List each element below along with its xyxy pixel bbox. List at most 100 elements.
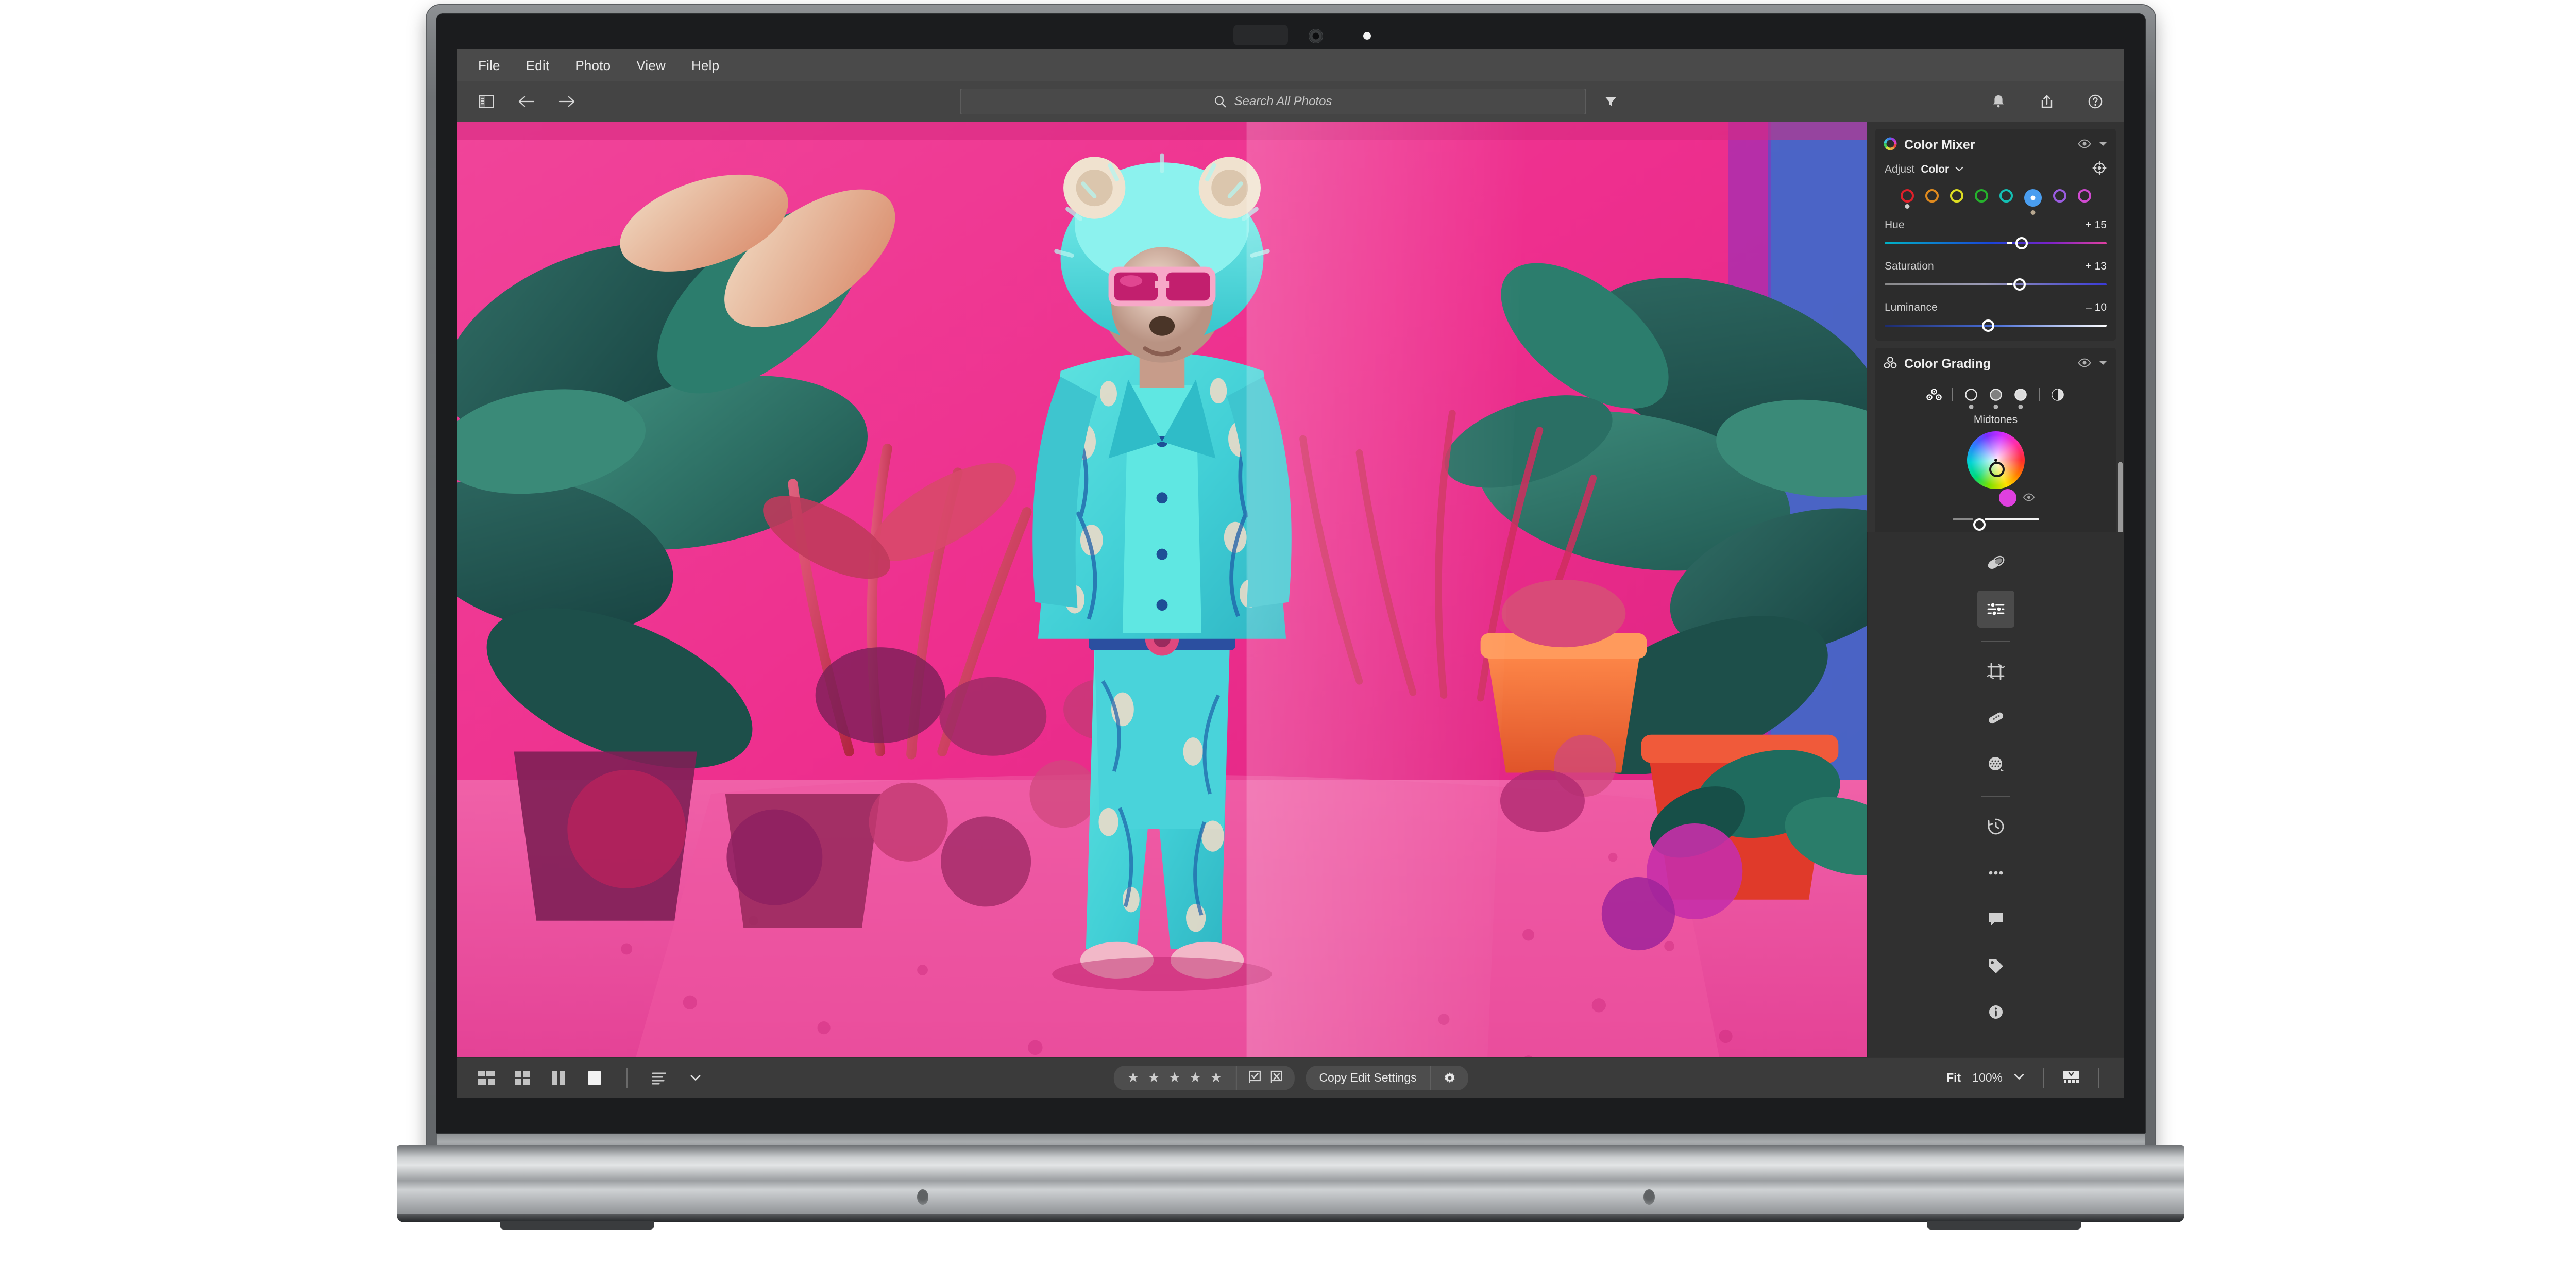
color-swatch-magenta[interactable] bbox=[2077, 189, 2091, 203]
color-swatch-orange[interactable] bbox=[1925, 189, 1939, 203]
arrow-right-icon[interactable] bbox=[555, 90, 578, 113]
rating-and-flags: ★ ★ ★ ★ ★ bbox=[1113, 1065, 1295, 1090]
star-3[interactable]: ★ bbox=[1168, 1071, 1181, 1085]
menu-help[interactable]: Help bbox=[689, 55, 721, 77]
bell-icon[interactable] bbox=[1987, 90, 2010, 113]
sort-chevron-down-icon[interactable] bbox=[684, 1067, 707, 1089]
flag-pick-icon[interactable] bbox=[1248, 1070, 1261, 1086]
slider-saturation[interactable]: Saturation + 13 bbox=[1875, 260, 2116, 291]
color-swatch-yellow[interactable] bbox=[1950, 189, 1963, 203]
zoom-value[interactable]: 100% bbox=[1972, 1071, 2003, 1085]
chevron-down-icon[interactable] bbox=[1955, 165, 1963, 174]
highlights-wheel-icon[interactable] bbox=[2012, 386, 2029, 409]
chevron-down-icon[interactable] bbox=[2098, 140, 2108, 149]
help-circle-icon[interactable] bbox=[2084, 90, 2107, 113]
midtones-color-wheel[interactable] bbox=[1967, 431, 2025, 489]
slider-label: Luminance bbox=[1885, 301, 1938, 313]
midtones-luminance-slider[interactable] bbox=[1875, 512, 2116, 531]
filter-funnel-icon[interactable] bbox=[1599, 90, 1622, 113]
crop-icon[interactable] bbox=[1977, 653, 2014, 690]
adjust-value[interactable]: Color bbox=[1921, 163, 1949, 176]
swatch-modified-dot bbox=[2030, 210, 2035, 215]
copy-edit-settings-button[interactable]: Copy Edit Settings bbox=[1306, 1071, 1430, 1085]
slider-luminance[interactable]: Luminance – 10 bbox=[1875, 301, 2116, 332]
compare-view-icon[interactable] bbox=[547, 1067, 570, 1089]
more-options-icon[interactable] bbox=[1977, 854, 2014, 891]
panel-scrollbar[interactable] bbox=[2118, 462, 2123, 532]
copy-edit-settings-group: Copy Edit Settings bbox=[1306, 1065, 1468, 1090]
color-swatch-purple[interactable] bbox=[2053, 189, 2066, 203]
slider-value: – 10 bbox=[2086, 301, 2107, 313]
midtones-swatch bbox=[1998, 489, 2016, 507]
color-grading-title: Color Grading bbox=[1904, 356, 1991, 371]
webcam-led-indicator bbox=[1363, 32, 1371, 40]
color-grading-mode-row[interactable] bbox=[1875, 380, 2116, 409]
panel-color-grading: Color Grading Midtones bbox=[1875, 348, 2116, 532]
color-swatch-green[interactable] bbox=[1974, 189, 1988, 203]
single-photo-icon[interactable] bbox=[583, 1067, 606, 1089]
shadows-wheel-icon[interactable] bbox=[1962, 386, 1980, 409]
slider-hue[interactable]: Hue + 15 bbox=[1875, 219, 2116, 250]
webcam-icon bbox=[1309, 29, 1323, 43]
screen-bezel: File Edit Photo View Help Search All Pho… bbox=[436, 13, 2146, 1134]
midtones-wheel-group[interactable] bbox=[1875, 431, 2116, 509]
star-1[interactable]: ★ bbox=[1127, 1071, 1139, 1085]
menu-bar: File Edit Photo View Help bbox=[457, 49, 2124, 81]
laptop-device: File Edit Photo View Help Search All Pho… bbox=[427, 5, 2155, 1154]
masonry-grid-icon[interactable] bbox=[475, 1067, 498, 1089]
square-grid-icon[interactable] bbox=[511, 1067, 534, 1089]
color-mixer-header[interactable]: Color Mixer bbox=[1875, 129, 2116, 161]
gear-icon[interactable] bbox=[1431, 1071, 1468, 1085]
midtones-wheel-icon[interactable] bbox=[1987, 386, 2005, 409]
photo-canvas[interactable] bbox=[457, 122, 1867, 1057]
zoom-chevron-down-icon[interactable] bbox=[2014, 1073, 2024, 1083]
base-lip bbox=[397, 1214, 2184, 1222]
photo-image bbox=[457, 122, 1867, 1057]
chevron-down-icon[interactable] bbox=[2098, 359, 2108, 368]
healing-icon[interactable] bbox=[1977, 699, 2014, 736]
color-swatch-blue[interactable] bbox=[2024, 189, 2042, 215]
star-4[interactable]: ★ bbox=[1189, 1071, 1201, 1085]
eye-icon[interactable] bbox=[2023, 493, 2035, 504]
color-mixer-sliders: Hue + 15 Saturation + 13 Luminance – 10 bbox=[1875, 219, 2116, 332]
sidebar-toggle-icon[interactable] bbox=[475, 90, 498, 113]
color-swatch-row[interactable] bbox=[1875, 178, 2116, 215]
menu-view[interactable]: View bbox=[634, 55, 668, 77]
panel-scroll-area[interactable]: Color Mixer Adjust Color Hue + 15 Satura… bbox=[1867, 122, 2124, 532]
edit-sliders-icon[interactable] bbox=[1977, 591, 2014, 628]
share-export-icon[interactable] bbox=[2036, 90, 2058, 113]
three-way-icon[interactable] bbox=[1925, 386, 1943, 403]
star-2[interactable]: ★ bbox=[1148, 1071, 1160, 1085]
application-window: File Edit Photo View Help Search All Pho… bbox=[457, 49, 2124, 1098]
zoom-fit-label[interactable]: Fit bbox=[1946, 1071, 1961, 1085]
color-swatch-aqua[interactable] bbox=[1999, 189, 2013, 203]
menu-photo[interactable]: Photo bbox=[573, 55, 613, 77]
keywords-tag-icon[interactable] bbox=[1977, 947, 2014, 984]
color-grading-header[interactable]: Color Grading bbox=[1875, 348, 2116, 380]
menu-file[interactable]: File bbox=[476, 55, 502, 77]
adjust-label: Adjust bbox=[1885, 163, 1915, 175]
color-mixer-title: Color Mixer bbox=[1904, 137, 1975, 152]
masking-icon[interactable] bbox=[1977, 746, 2014, 783]
star-5[interactable]: ★ bbox=[1210, 1071, 1222, 1085]
comments-icon[interactable] bbox=[1977, 901, 2014, 938]
slider-value: + 13 bbox=[2085, 260, 2107, 272]
flag-reject-icon[interactable] bbox=[1269, 1070, 1283, 1086]
filmstrip-toggle-icon[interactable] bbox=[2062, 1069, 2080, 1086]
color-swatch-red[interactable] bbox=[1900, 189, 1914, 209]
star-rating[interactable]: ★ ★ ★ ★ ★ bbox=[1113, 1071, 1235, 1085]
eye-icon[interactable] bbox=[2078, 358, 2091, 370]
versions-history-icon[interactable] bbox=[1977, 808, 2014, 845]
sort-icon[interactable] bbox=[648, 1067, 671, 1089]
presets-icon[interactable] bbox=[1977, 544, 2014, 581]
global-wheel-icon[interactable] bbox=[2049, 386, 2066, 403]
bottom-toolbar: ★ ★ ★ ★ ★ Copy Edit Settings Fit 100% bbox=[457, 1057, 2124, 1098]
target-adjust-icon[interactable] bbox=[2092, 161, 2107, 178]
search-input[interactable]: Search All Photos bbox=[960, 89, 1586, 114]
menu-edit[interactable]: Edit bbox=[524, 55, 552, 77]
eye-icon[interactable] bbox=[2078, 139, 2091, 151]
right-panel: Color Mixer Adjust Color Hue + 15 Satura… bbox=[1867, 122, 2124, 1057]
arrow-left-icon[interactable] bbox=[515, 90, 538, 113]
info-icon[interactable] bbox=[1977, 993, 2014, 1031]
base-foot-right bbox=[1927, 1221, 2081, 1230]
